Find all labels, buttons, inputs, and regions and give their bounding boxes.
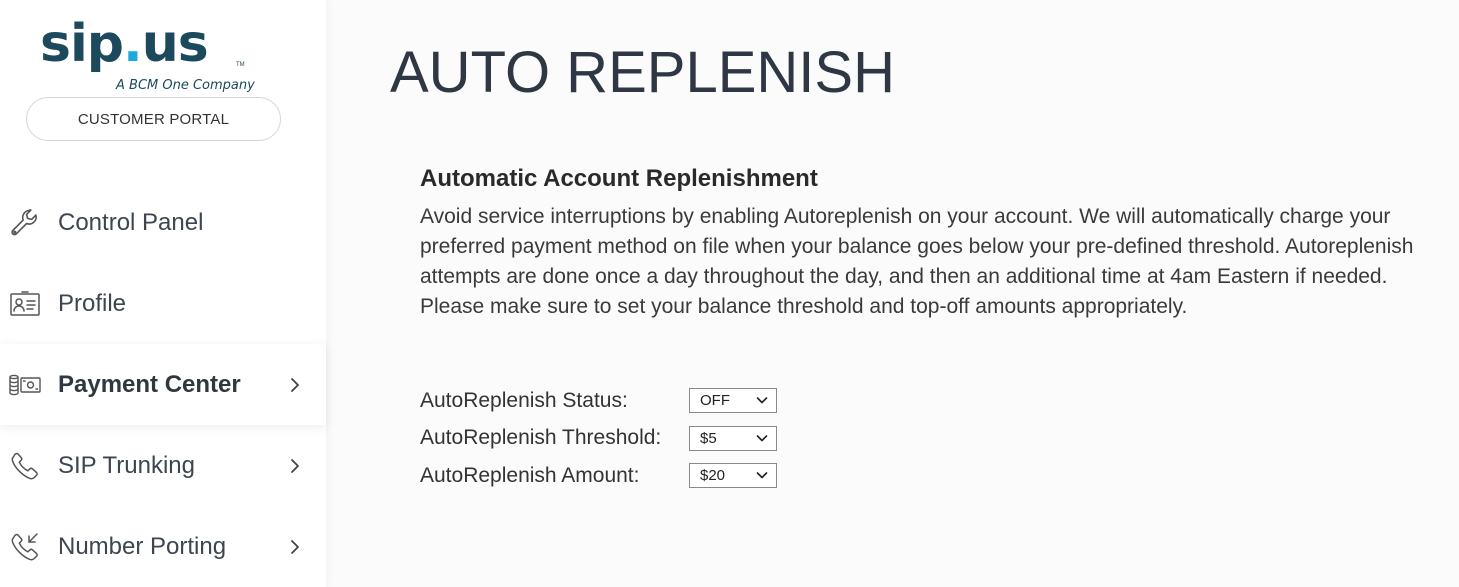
amount-row: AutoReplenish Amount: $20 xyxy=(420,457,777,495)
section-description: Avoid service interruptions by enabling … xyxy=(420,205,1414,318)
id-card-icon xyxy=(8,287,42,321)
sidebar-item-label: Payment Center xyxy=(58,370,241,398)
page-title: AUTO REPLENISH xyxy=(390,40,895,105)
sidebar-item-label: Number Porting xyxy=(58,532,227,560)
status-label: AutoReplenish Status: xyxy=(420,388,628,412)
chevron-right-icon xyxy=(286,539,304,555)
sidebar-item-label: Control Panel xyxy=(58,208,204,236)
sidebar-item-sip-trunking[interactable]: SIP Trunking xyxy=(0,425,326,506)
sidebar: sip.us TM A BCM One Company CUSTOMER POR… xyxy=(0,0,326,587)
chevron-down-icon xyxy=(756,397,768,404)
amount-label: AutoReplenish Amount: xyxy=(420,463,640,487)
sidebar-item-number-porting[interactable]: Number Porting xyxy=(0,506,326,587)
amount-select-value: $20 xyxy=(700,467,726,485)
payment-icon xyxy=(8,368,42,402)
threshold-select[interactable]: $5 xyxy=(689,425,777,451)
sidebar-item-payment-center[interactable]: Payment Center xyxy=(0,344,326,425)
app: sip.us TM A BCM One Company CUSTOMER POR… xyxy=(0,0,1459,587)
threshold-row: AutoReplenish Threshold: $5 xyxy=(420,420,777,458)
threshold-label: AutoReplenish Threshold: xyxy=(420,426,662,450)
phone-incoming-icon xyxy=(8,530,42,564)
auto-replenish-section: Automatic Account Replenishment Avoid se… xyxy=(420,164,1430,322)
chevron-down-icon xyxy=(756,472,768,479)
threshold-select-value: $5 xyxy=(700,429,717,447)
chevron-down-icon xyxy=(756,434,768,442)
sidebar-item-label: Profile xyxy=(58,289,127,317)
logo-wordmark: sip.us xyxy=(40,14,209,74)
sidebar-nav: Control Panel Profile Payment Center SIP… xyxy=(0,182,326,587)
amount-select[interactable]: $20 xyxy=(689,463,777,489)
logo-tagline: A BCM One Company xyxy=(116,78,255,93)
status-row: AutoReplenish Status: OFF xyxy=(420,382,777,420)
chevron-right-icon xyxy=(286,458,304,474)
customer-portal-badge[interactable]: CUSTOMER PORTAL xyxy=(26,97,281,141)
main-content: AUTO REPLENISH Automatic Account Repleni… xyxy=(326,0,1459,587)
sidebar-item-label: SIP Trunking xyxy=(58,451,195,479)
sipus-logo[interactable]: sip.us TM A BCM One Company xyxy=(40,18,280,98)
sidebar-item-profile[interactable]: Profile xyxy=(0,263,326,344)
sidebar-item-control-panel[interactable]: Control Panel xyxy=(0,182,326,263)
status-select-value: OFF xyxy=(700,392,730,410)
chevron-right-icon xyxy=(286,377,304,393)
phone-icon xyxy=(8,449,42,483)
wrench-icon xyxy=(8,206,42,240)
status-select[interactable]: OFF xyxy=(689,388,777,414)
auto-replenish-form: AutoReplenish Status: OFF AutoReplenish … xyxy=(420,382,777,495)
logo-trademark: TM xyxy=(236,62,245,68)
section-title: Automatic Account Replenishment xyxy=(420,165,818,192)
